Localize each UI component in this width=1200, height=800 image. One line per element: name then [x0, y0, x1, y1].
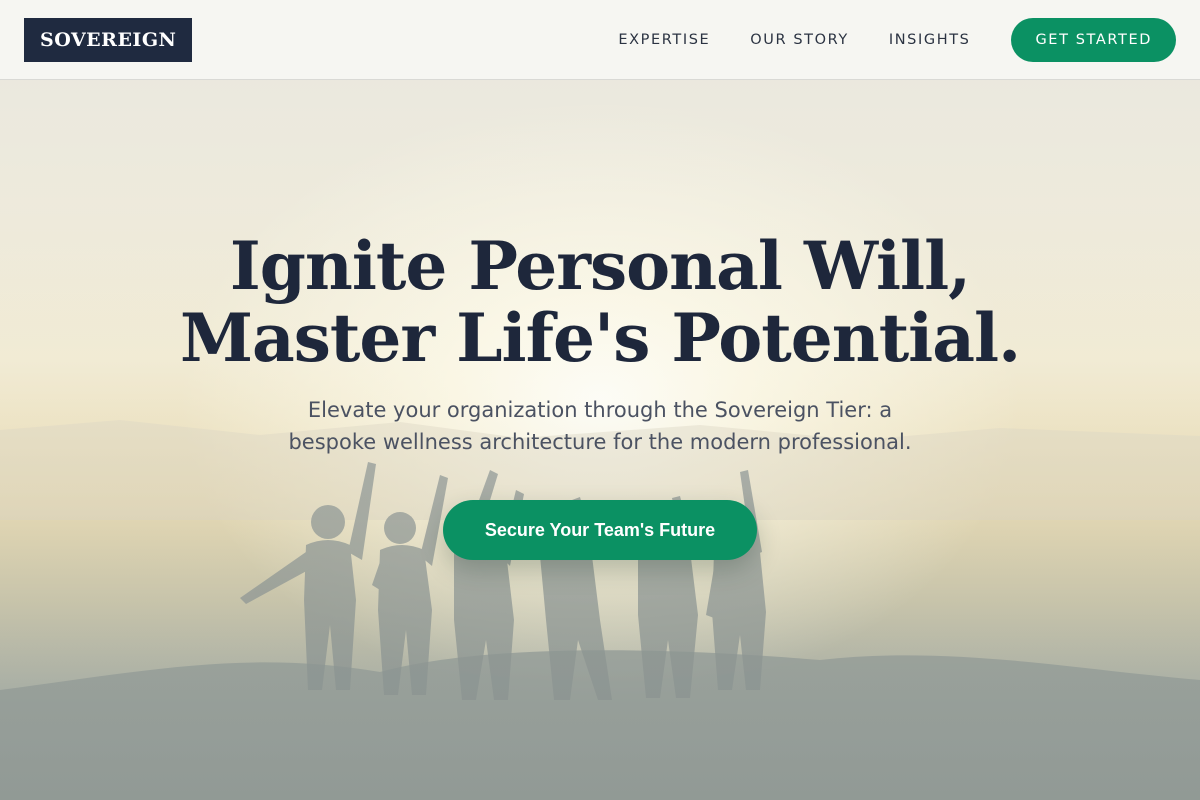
hero-section: Ignite Personal Will, Master Life's Pote… — [0, 230, 1200, 560]
hero-title-line-1: Ignite Personal Will, — [229, 227, 971, 305]
hero-subtitle-line-1: Elevate your organization through the So… — [307, 398, 893, 422]
hero-subtitle: Elevate your organization through the So… — [250, 394, 950, 458]
main-nav: EXPERTISE OUR STORY INSIGHTS GET STARTED — [618, 17, 1176, 62]
hero-subtitle-line-2: bespoke wellness architecture for the mo… — [288, 430, 912, 454]
secure-team-future-button[interactable]: Secure Your Team's Future — [443, 500, 757, 560]
logo[interactable]: SOVEREIGN — [24, 17, 193, 62]
nav-link-expertise[interactable]: EXPERTISE — [618, 32, 710, 48]
nav-link-our-story[interactable]: OUR STORY — [750, 32, 849, 48]
site-header: SOVEREIGN EXPERTISE OUR STORY INSIGHTS G… — [0, 0, 1200, 80]
get-started-button[interactable]: GET STARTED — [1011, 17, 1176, 62]
hero-title: Ignite Personal Will, Master Life's Pote… — [0, 230, 1200, 374]
hero-title-line-2: Master Life's Potential. — [179, 299, 1021, 377]
nav-link-insights[interactable]: INSIGHTS — [889, 32, 971, 48]
